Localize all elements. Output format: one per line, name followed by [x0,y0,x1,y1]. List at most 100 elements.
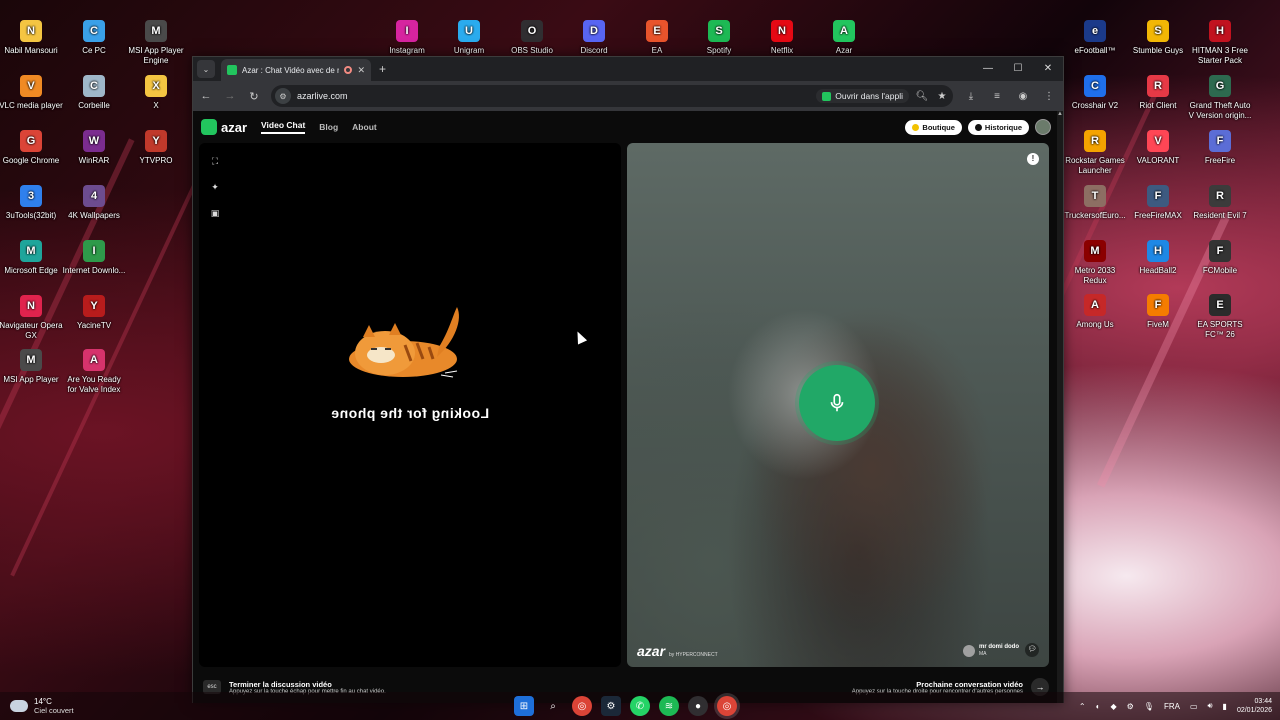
chrome-active-taskbar-icon[interactable]: ◎ [717,696,737,716]
whatsapp-taskbar-icon[interactable]: ✆ [630,696,650,716]
reload-button[interactable]: ↻ [247,90,261,103]
report-icon[interactable]: ! [1027,153,1039,165]
mic-tray-icon[interactable]: 🎙︎ [1144,702,1154,711]
desktop-icon-azar[interactable]: A Azar [812,20,876,56]
menu-kebab-icon[interactable]: ⋮ [1041,91,1057,102]
tab-azar[interactable]: Azar : Chat Vidéo avec de n ✕ [221,59,371,81]
url-text[interactable]: azarlive.com [297,91,810,101]
desktop-icon-chrome[interactable]: G Google Chrome [0,130,63,166]
crosshair-icon: C [1084,75,1106,97]
back-button[interactable]: ← [199,90,213,102]
history-button[interactable]: Historique [967,119,1029,135]
desktop-icon-wallpaper[interactable]: 4 4K Wallpapers [62,185,126,221]
desktop-icon-re7[interactable]: R Resident Evil 7 [1188,185,1252,221]
desktop-icon-hitman[interactable]: H HITMAN 3 Free Starter Pack [1188,20,1252,66]
remote-user-chip[interactable]: mr domi dodo MA [963,644,1019,657]
desktop-icon-winrar[interactable]: W WinRAR [62,130,126,166]
volume-icon[interactable]: 🔊︎ [1208,701,1213,711]
azar-logo[interactable]: azar [201,119,247,135]
chrome-taskbar-icon[interactable]: ◎ [572,696,592,716]
close-window-button[interactable]: ✕ [1033,57,1063,81]
search-icon[interactable]: ⌕ [543,696,563,716]
network-icon[interactable]: ▭ [1190,702,1198,711]
desktop-icon-rockstar[interactable]: R Rockstar Games Launcher [1063,130,1127,176]
desktop-icon-instagram[interactable]: I Instagram [375,20,439,56]
desktop-icon-msi[interactable]: M MSI App Player [0,349,63,385]
obs-taskbar-icon[interactable]: ● [688,696,708,716]
language-indicator[interactable]: FRA [1164,702,1180,711]
filter-icon[interactable]: ▣ [209,207,221,219]
minimize-button[interactable]: — [973,57,1003,81]
desktop-icon-crosshair[interactable]: C Crosshair V2 [1063,75,1127,111]
fullscreen-icon[interactable]: ⛶ [209,155,221,167]
shop-button[interactable]: Boutique [905,119,962,135]
new-tab-button[interactable]: + [379,62,386,76]
tray-steam-icon[interactable]: ⚙ [1127,702,1134,711]
desktop-icon-obs[interactable]: O OBS Studio [500,20,564,56]
desktop-icon-opera-gx[interactable]: N Navigateur Opera GX [0,295,63,341]
steam-taskbar-icon[interactable]: ⚙ [601,696,621,716]
desktop-icon-metro[interactable]: M Metro 2033 Redux [1063,240,1127,286]
address-bar[interactable]: ⚙ azarlive.com Ouvrir dans l'appli 🔍︎ ★ [271,85,953,107]
desktop-icon-computer[interactable]: C Ce PC [62,20,126,56]
desktop-icon-recycle-bin[interactable]: C Corbeille [62,75,126,111]
desktop-icon-discord[interactable]: D Discord [562,20,626,56]
desktop-icon-valorant[interactable]: V VALORANT [1126,130,1190,166]
nav-blog[interactable]: Blog [319,122,338,132]
desktop-icon-easportsfc[interactable]: E EA SPORTS FC™ 26 [1188,294,1252,340]
desktop-icon-fivem[interactable]: F FiveM [1126,294,1190,330]
tray-game-icon[interactable]: ◆ [1110,702,1116,711]
tray-overflow-icon[interactable]: ⌃ [1079,702,1086,711]
desktop-icon-efootball[interactable]: e eFootball™ [1063,20,1127,56]
desktop-icon-stumble-guys[interactable]: S Stumble Guys [1126,20,1190,56]
page-scrollbar[interactable]: ▲ [1057,111,1063,703]
desktop-icon-freefire[interactable]: F FreeFire [1188,130,1252,166]
desktop-icon-telegram[interactable]: U Unigram [437,20,501,56]
desktop-icon-headball[interactable]: H HeadBall2 [1126,240,1190,276]
account-avatar[interactable] [1035,119,1051,135]
tray-app-icon[interactable]: ◐ [1096,702,1101,711]
zoom-icon[interactable]: 🔍︎ [915,91,929,102]
open-in-app-button[interactable]: Ouvrir dans l'appli [816,89,909,103]
computer-icon: C [83,20,105,42]
nav-video-chat[interactable]: Video Chat [261,120,306,134]
desktop-icon-ea[interactable]: E EA [625,20,689,56]
desktop-icon-spotify[interactable]: S Spotify [687,20,751,56]
chat-bubble-icon[interactable]: 💬︎ [1025,643,1039,657]
desktop-icon-valve[interactable]: A Are You Ready for Valve Index [62,349,126,395]
desktop-icon-folder[interactable]: N Nabil Mansouri [0,20,63,56]
desktop-icon-edge[interactable]: M Microsoft Edge [0,240,63,276]
clock[interactable]: 03:44 02/01/2026 [1237,697,1272,715]
desktop-icon-ytvpro[interactable]: Y YTVPRO [124,130,188,166]
desktop-icon-riot[interactable]: R Riot Client [1126,75,1190,111]
desktop-icon-folder[interactable]: XX [124,75,188,111]
profile-icon[interactable]: ◉ [1015,91,1031,102]
weather-widget[interactable]: 14°C Ciel couvert [10,697,74,715]
effects-sparkle-icon[interactable]: ✦ [209,181,221,193]
desktop-icon-msi[interactable]: M MSI App Player Engine [124,20,188,66]
start-icon[interactable]: ⊞ [514,696,534,716]
desktop-icon-fcmobile[interactable]: F FCMobile [1188,240,1252,276]
microphone-button[interactable] [799,365,875,441]
maximize-button[interactable]: ☐ [1003,57,1033,81]
site-info-icon[interactable]: ⚙ [275,88,291,104]
desktop-icon-among-us[interactable]: A Among Us [1063,294,1127,330]
desktop-icon-gta[interactable]: G Grand Theft Auto V Version origin... [1188,75,1252,121]
desktop-icon-netflix[interactable]: N Netflix [750,20,814,56]
desktop-icon-freefiremax[interactable]: F FreeFireMAX [1126,185,1190,221]
desktop-icon-truckers[interactable]: T TruckersofEuro... [1063,185,1127,221]
battery-icon[interactable]: ▮ [1223,702,1227,711]
tab-close-icon[interactable]: ✕ [357,65,365,76]
media-controls-icon[interactable]: ≡ [989,91,1005,102]
nav-about[interactable]: About [352,122,377,132]
desktop-icon-label: Discord [580,46,608,55]
spotify-taskbar-icon[interactable]: ≋ [659,696,679,716]
bookmark-star-icon[interactable]: ★ [935,91,949,102]
forward-button[interactable]: → [223,90,237,102]
desktop-icon-vlc[interactable]: V VLC media player [0,75,63,111]
desktop-icon-yacinetv[interactable]: Y YacineTV [62,295,126,331]
tab-search-button[interactable]: ⌄ [197,60,215,78]
desktop-icon-idm[interactable]: I Internet Downlo... [62,240,126,276]
download-icon[interactable]: ⤓ [963,91,979,102]
desktop-icon-3utools[interactable]: 3 3uTools(32bit) [0,185,63,221]
